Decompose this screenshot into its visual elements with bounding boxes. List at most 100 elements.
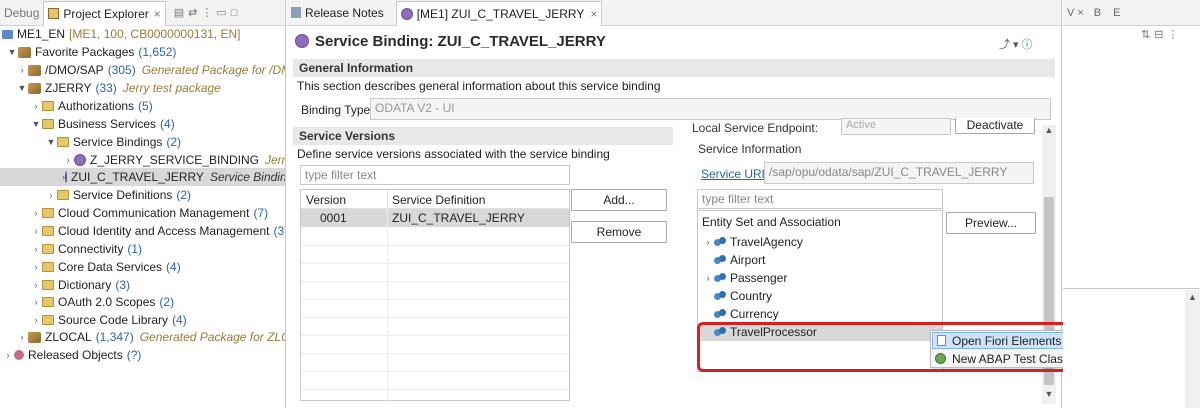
chevron-right-icon[interactable]: › [30,244,42,254]
service-binding-editor: Release Notes [ME1] ZUI_C_TRAVEL_JERRY ×… [287,0,1160,408]
tab-release-notes-label: Release Notes [305,5,384,20]
chevron-down-icon[interactable]: ▼ [6,47,18,57]
entity-currency[interactable]: Currency [714,305,779,323]
chevron-right-icon[interactable]: › [62,155,74,165]
remove-version-button[interactable]: Remove [571,221,667,243]
tab-e[interactable]: E [1113,7,1120,19]
tree-item-cloud-communication[interactable]: › Cloud Communication Management (7) [30,204,269,222]
tree-item-service-definitions[interactable]: › Service Definitions (2) [45,186,192,204]
tab-zui-c-travel-jerry[interactable]: [ME1] ZUI_C_TRAVEL_JERRY × [395,0,603,26]
close-icon[interactable]: × [1077,7,1083,19]
scroll-up-icon[interactable]: ▲ [1185,292,1200,302]
tree-label: Cloud Communication Management [58,206,250,220]
chevron-right-icon[interactable]: › [30,262,42,272]
chevron-right-icon[interactable]: › [16,332,28,342]
tree-extra: [ME1, 100, CB0000000131, EN] [69,27,241,41]
chevron-down-icon[interactable]: ▼ [30,119,42,129]
tree-item-favorite-packages[interactable]: ▼ Favorite Packages (1,652) [6,43,177,61]
tree-item-zjerry[interactable]: ▼ ZJERRY (33) Jerry test package [16,79,221,97]
tree-item-z-jerry-service-binding[interactable]: › Z_JERRY_SERVICE_BINDING Jerry's ser [62,151,286,169]
versions-filter-input[interactable]: type filter text [300,165,570,185]
tree-label: Dictionary [58,278,112,292]
menu-icon[interactable]: ⋮ [1167,29,1182,41]
chevron-right-icon[interactable]: › [702,237,714,247]
tree-item-source-code-library[interactable]: › Source Code Library (4) [30,311,187,329]
tree-item-core-data-services[interactable]: › Core Data Services (4) [30,258,181,276]
tree-label: Z_JERRY_SERVICE_BINDING [90,153,259,167]
tree-label: Authorizations [58,99,135,113]
chevron-right-icon[interactable]: › [16,65,28,75]
tree-item-zui-c-travel-jerry[interactable]: › ZUI_C_TRAVEL_JERRY Service Binding [0,168,285,186]
tree-label: Core Data Services [58,260,163,274]
service-binding-icon [74,154,86,166]
tab-project-explorer[interactable]: Project Explorer × [43,0,166,26]
close-icon[interactable]: × [154,7,161,21]
chevron-right-icon[interactable]: › [30,226,42,236]
tree-item-dmo-sap[interactable]: › /DMO/SAP (305) Generated Package for /… [16,61,286,79]
entity-travelagency[interactable]: › TravelAgency [702,233,803,251]
tree-label: Favorite Packages [35,45,135,59]
chevron-down-icon[interactable]: ▼ [45,137,57,147]
tree-item-cloud-identity[interactable]: › Cloud Identity and Access Management (… [30,222,286,240]
folder-icon [42,262,54,272]
share-icon[interactable]: ⤴ [999,39,1013,51]
service-url-link[interactable]: Service URL: [701,167,772,181]
preview-button[interactable]: Preview... [946,212,1036,234]
chevron-right-icon[interactable]: › [30,315,42,325]
row-definition: ZUI_C_TRAVEL_JERRY [392,211,525,225]
tree-item-released-objects[interactable]: › Released Objects (?) [2,346,142,364]
entity-country[interactable]: Country [714,287,772,305]
entity-airport[interactable]: Airport [714,251,765,269]
tree-item-service-bindings[interactable]: ▼ Service Bindings (2) [45,133,182,151]
help-icon[interactable]: ⓘ [1022,39,1036,51]
chevron-right-icon[interactable]: › [30,101,42,111]
tab-b[interactable]: B [1094,7,1101,19]
tree-item-connectivity[interactable]: › Connectivity (1) [30,240,143,258]
entity-set-icon [714,255,726,265]
chevron-right-icon[interactable]: › [30,208,42,218]
tree-label: Business Services [58,117,157,131]
chevron-right-icon[interactable]: › [702,273,714,283]
scroll-up-icon[interactable]: ▲ [1042,125,1056,139]
tree-item-oauth-scopes[interactable]: › OAuth 2.0 Scopes (2) [30,293,175,311]
tab-v[interactable]: V [1067,7,1074,19]
chevron-right-icon[interactable]: › [2,350,14,360]
filter-icon[interactable]: ⊟ [1154,29,1167,41]
tree-item-system[interactable]: ME1_EN [ME1, 100, CB0000000131, EN] [2,25,240,43]
entity-passenger[interactable]: › Passenger [702,269,788,287]
view-menu-icon[interactable]: ⋮ [201,7,216,19]
endpoint-status-field: Active [841,118,951,135]
chevron-right-icon[interactable]: › [30,280,42,290]
tree-item-zlocal[interactable]: › ZLOCAL (1,347) Generated Package for Z… [16,328,286,346]
entity-filter-input[interactable]: type filter text [697,189,943,209]
maximize-icon[interactable]: □ [231,7,242,19]
collapse-all-icon[interactable]: ▤ [174,7,188,19]
tree-count: (?) [126,348,142,362]
col-version-header[interactable]: Version [306,193,346,207]
table-header: Version Service Definition [301,190,569,209]
tab-debug[interactable]: Debug [0,1,43,25]
tree-item-authorizations[interactable]: › Authorizations (5) [30,97,153,115]
tree-item-business-services[interactable]: ▼ Business Services (4) [30,115,175,133]
add-version-button[interactable]: Add... [571,189,667,211]
table-row[interactable]: 0001 ZUI_C_TRAVEL_JERRY [301,209,569,227]
sort-icon[interactable]: ⇅ [1141,29,1154,41]
close-icon[interactable]: × [590,7,597,21]
tree-label: OAuth 2.0 Scopes [58,295,156,309]
tree-item-dictionary[interactable]: › Dictionary (3) [30,276,131,294]
link-editor-icon[interactable]: ⇄ [188,7,201,19]
minimize-icon[interactable]: ▭ [216,7,230,19]
tab-release-notes[interactable]: Release Notes [287,1,388,25]
entity-set-icon [714,327,726,337]
scroll-down-icon[interactable]: ▼ [1042,389,1056,403]
chevron-right-icon[interactable]: › [45,190,57,200]
col-definition-header[interactable]: Service Definition [392,193,485,207]
entity-tree: Entity Set and Association › TravelAgency… [697,210,943,372]
chevron-right-icon[interactable]: › [30,297,42,307]
entity-travelprocessor[interactable]: TravelProcessor [698,323,942,341]
dropdown-icon[interactable]: ▾ [1013,39,1022,51]
tab-active-label: [ME1] ZUI_C_TRAVEL_JERRY [416,6,585,21]
chevron-down-icon[interactable]: ▼ [16,83,28,93]
deactivate-button[interactable]: Deactivate [955,118,1035,134]
right-scrollbar[interactable]: ▲ [1185,290,1200,408]
